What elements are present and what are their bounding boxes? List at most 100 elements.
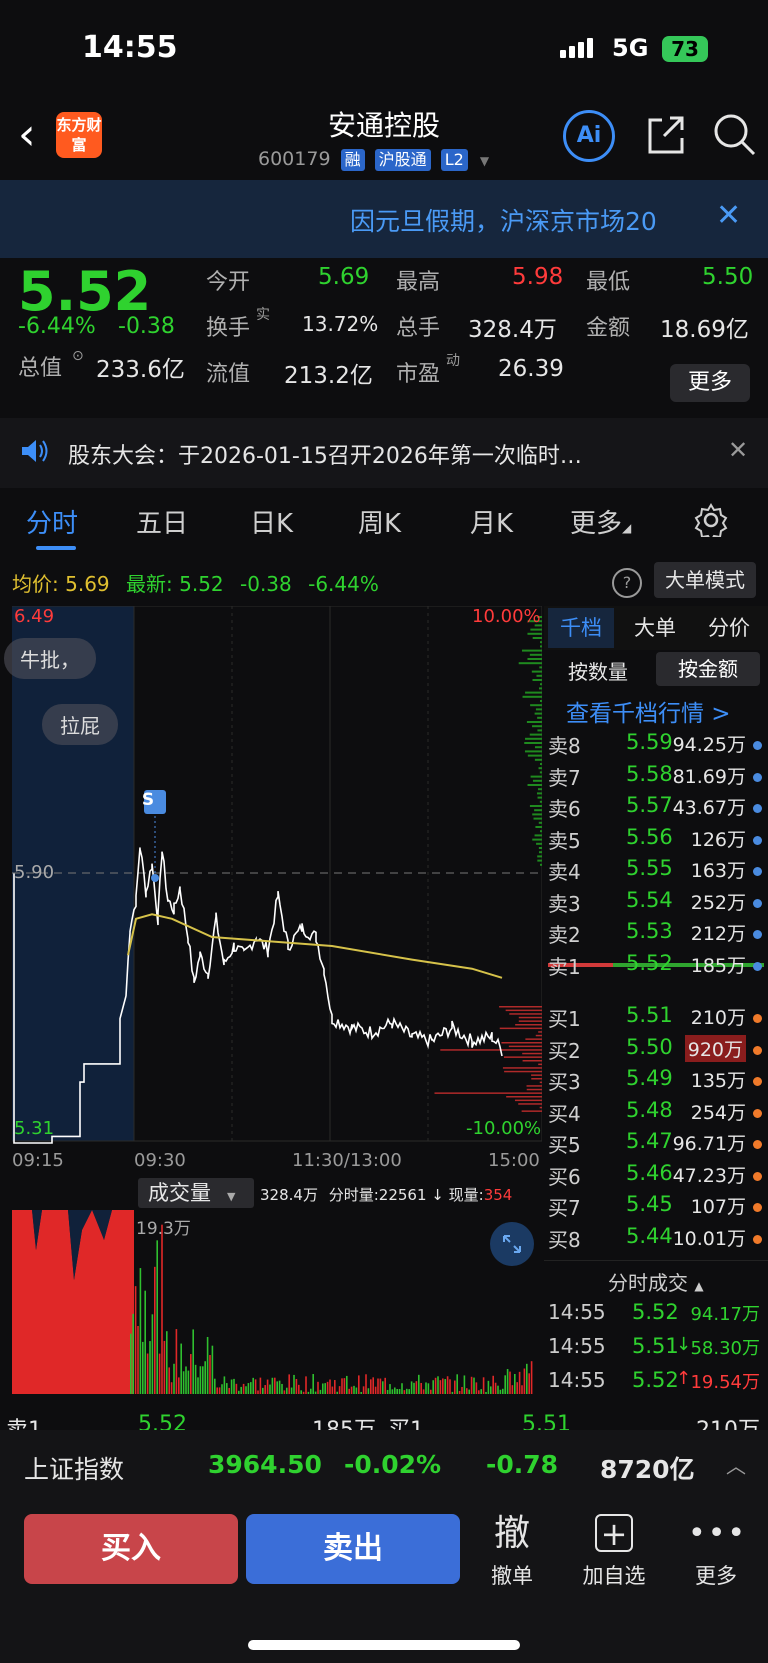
- bid-row[interactable]: 买5 5.47 96.71万: [548, 1129, 764, 1160]
- tab-more[interactable]: 更多◢: [570, 503, 631, 540]
- chevron-up-icon[interactable]: ︿: [726, 1450, 746, 1479]
- volume-bar: [454, 1380, 456, 1394]
- danmaku-bubble[interactable]: 牛批，: [4, 638, 96, 679]
- ask-row[interactable]: 卖1 5.52 185万: [548, 951, 764, 982]
- depth-bar: [532, 838, 542, 841]
- depth-link[interactable]: 查看千档行情 >: [566, 694, 731, 728]
- volume-bar: [492, 1375, 494, 1394]
- buy-button[interactable]: 买入: [24, 1514, 238, 1584]
- tag-margin: 融: [340, 149, 365, 171]
- bid-row[interactable]: 买4 5.48 254万: [548, 1098, 764, 1129]
- volume-bar: [187, 1370, 190, 1394]
- more-actions-button[interactable]: ••• 更多: [688, 1512, 745, 1590]
- volume-chart[interactable]: [12, 1210, 542, 1394]
- trades-header[interactable]: 分时成交 ▲: [544, 1260, 768, 1297]
- tab-5day[interactable]: 五日: [136, 503, 188, 540]
- depth-bar: [540, 641, 542, 644]
- depth-bar: [522, 1060, 542, 1062]
- level-dot-icon: [753, 804, 762, 813]
- side-sub-amount[interactable]: 按金额: [656, 652, 760, 686]
- side-tab-bigorder[interactable]: 大单: [634, 608, 676, 648]
- depth-bar: [506, 1096, 542, 1098]
- close-icon[interactable]: ✕: [716, 198, 741, 233]
- level-volume: 920万: [684, 1034, 746, 1062]
- side-sub-qty[interactable]: 按数量: [568, 656, 628, 685]
- volume-bar: [458, 1390, 461, 1394]
- volume-bar: [211, 1345, 214, 1394]
- volume-bar: [262, 1387, 264, 1394]
- home-indicator: [248, 1640, 520, 1650]
- intraday-chart[interactable]: [12, 606, 542, 1146]
- volume-bar: [403, 1390, 406, 1394]
- gear-icon[interactable]: [694, 503, 728, 543]
- volume-indicator-select[interactable]: 成交量 ▼: [138, 1178, 254, 1208]
- pe-label: 市盈: [396, 362, 441, 387]
- tab-intraday[interactable]: 分时: [26, 503, 78, 540]
- depth-bar: [532, 637, 542, 639]
- tab-monthly[interactable]: 月K: [470, 503, 513, 540]
- bid-row[interactable]: 买3 5.49 135万: [548, 1066, 764, 1097]
- close-icon[interactable]: ✕: [728, 436, 748, 464]
- volume-bar: [158, 1353, 161, 1394]
- tab-weekly[interactable]: 周K: [358, 503, 401, 540]
- index-amount: 8720亿: [600, 1455, 695, 1484]
- level-dot-icon: [753, 961, 762, 971]
- ask-row[interactable]: 卖7 5.58 81.69万: [548, 762, 764, 793]
- depth-bar: [529, 733, 542, 736]
- trade-row: 14:55 5.51 ↓ 58.30万: [548, 1334, 764, 1364]
- depth-bar: [534, 712, 542, 715]
- cancel-order-button[interactable]: 撤 撤单: [484, 1512, 540, 1590]
- bid-row[interactable]: 买7 5.45 107万: [548, 1192, 764, 1223]
- s-marker-label[interactable]: S: [137, 790, 159, 810]
- ask-row[interactable]: 卖3 5.54 252万: [548, 888, 764, 919]
- level-dot-icon: [753, 772, 762, 782]
- volume-bar: [528, 1373, 530, 1394]
- sell-button[interactable]: 卖出: [246, 1514, 460, 1584]
- big-order-mode-button[interactable]: 大单模式: [654, 562, 756, 598]
- bid-row[interactable]: 买2 5.50 920万: [548, 1034, 764, 1066]
- volume-bar: [238, 1390, 240, 1394]
- depth-bar: [522, 695, 542, 698]
- ask-row[interactable]: 卖4 5.55 163万: [548, 856, 764, 887]
- side-tab-price[interactable]: 分价: [708, 608, 750, 648]
- level-dot-icon: [753, 1203, 762, 1212]
- help-icon[interactable]: ?: [612, 568, 642, 598]
- more-button[interactable]: 更多: [670, 364, 750, 402]
- info-icon[interactable]: ⊙: [72, 348, 84, 364]
- depth-bar: [501, 1042, 542, 1044]
- bid-row[interactable]: 买8 5.44 10.01万: [548, 1224, 764, 1255]
- depth-bar: [505, 1009, 542, 1012]
- volume-bar: [384, 1377, 386, 1394]
- depth-bar: [540, 700, 542, 702]
- level-volume: 210万: [690, 1007, 746, 1029]
- ask-row[interactable]: 卖8 5.59 94.25万: [548, 730, 764, 761]
- ask-row[interactable]: 卖5 5.56 126万: [548, 825, 764, 856]
- volume-peak-label: 19.3万: [136, 1219, 191, 1239]
- ask-row[interactable]: 卖6 5.57 43.67万: [548, 793, 764, 824]
- open-label: 今开: [206, 270, 251, 295]
- ai-button[interactable]: Ai: [563, 110, 615, 162]
- volume-bar: [283, 1390, 286, 1394]
- float-label: 流值: [206, 362, 251, 387]
- search-icon[interactable]: [712, 112, 756, 156]
- share-icon[interactable]: [646, 114, 684, 156]
- volume-bar: [209, 1355, 211, 1394]
- bid-row[interactable]: 买1 5.51 210万: [548, 1003, 764, 1034]
- high-label: 最高: [396, 270, 441, 295]
- battery-icon: 73: [662, 36, 708, 62]
- chevron-down-icon[interactable]: ▼: [480, 154, 489, 168]
- speaker-icon: [20, 438, 50, 468]
- index-name: 上证指数: [24, 1455, 125, 1484]
- expand-icon[interactable]: [490, 1222, 534, 1266]
- tab-daily[interactable]: 日K: [250, 503, 293, 540]
- volume-bar: [511, 1385, 514, 1394]
- level-label: 卖5: [548, 828, 581, 853]
- depth-bar: [502, 1067, 542, 1069]
- volume-bar: [185, 1366, 187, 1394]
- side-tab-depth[interactable]: 千档: [548, 608, 614, 648]
- danmaku-bubble[interactable]: 拉屁: [42, 704, 118, 745]
- bid-row[interactable]: 买6 5.46 47.23万: [548, 1161, 764, 1192]
- ask-row[interactable]: 卖2 5.53 212万: [548, 919, 764, 950]
- volume-bar: [240, 1386, 242, 1394]
- add-watchlist-button[interactable]: + 加自选: [576, 1512, 652, 1590]
